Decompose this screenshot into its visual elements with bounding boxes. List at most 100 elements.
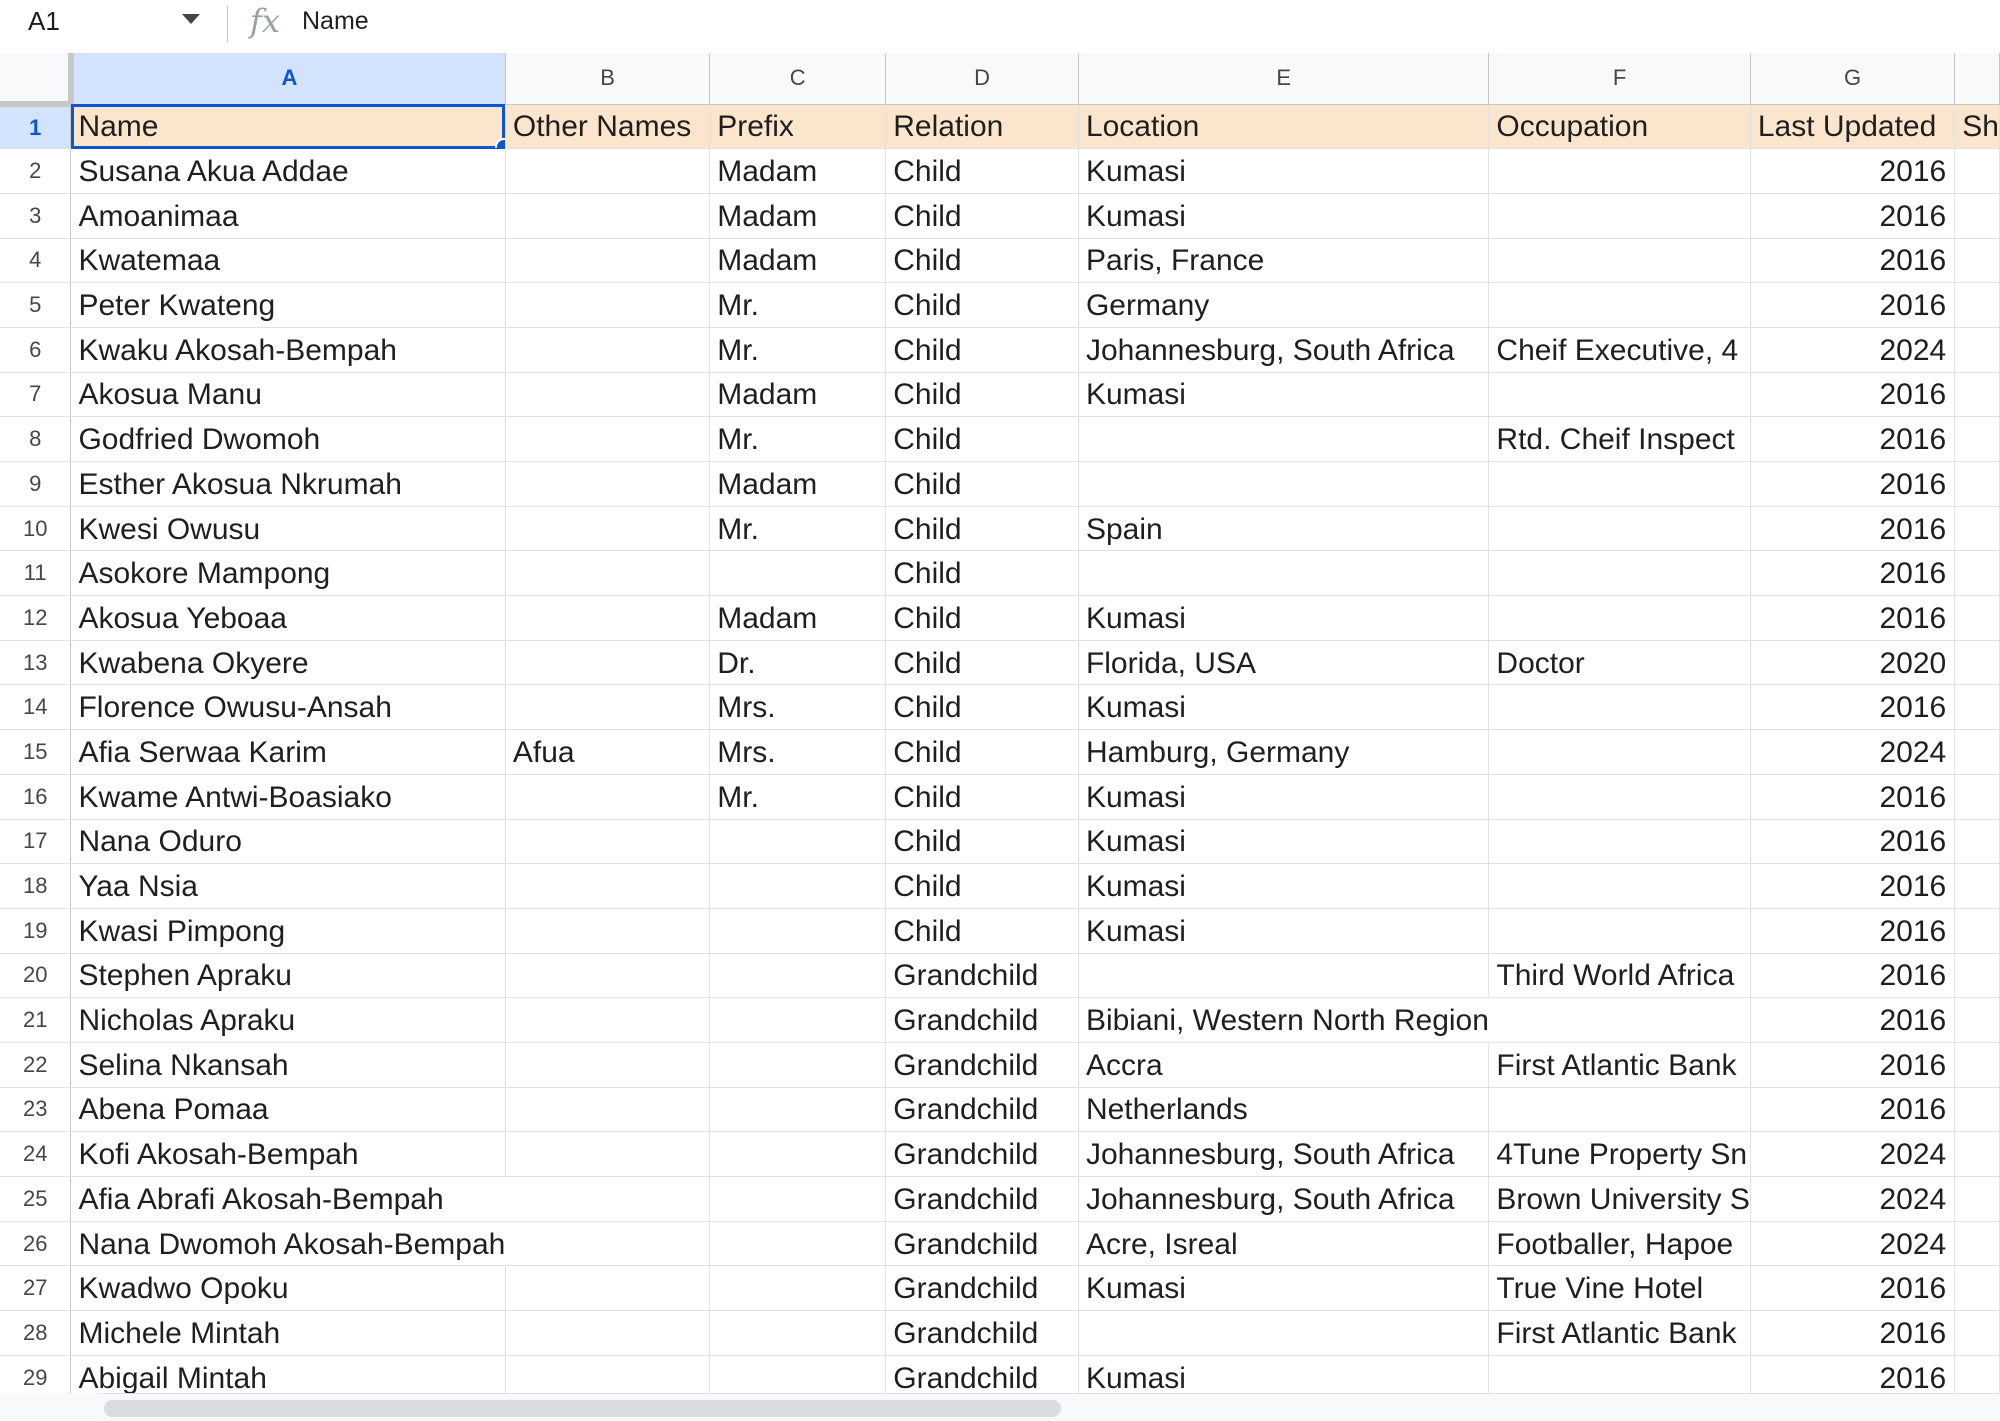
cell-other-names[interactable] — [505, 550, 711, 597]
cell-prefix[interactable]: Madam — [709, 595, 887, 641]
column-header-e[interactable]: E — [1078, 53, 1490, 105]
cell-prefix[interactable]: Madam — [709, 193, 887, 239]
cell-other-names[interactable] — [505, 193, 711, 239]
cell-relation[interactable]: Child — [885, 238, 1079, 284]
cell-h[interactable] — [1954, 684, 2000, 731]
cell-prefix[interactable]: Mr. — [709, 327, 887, 373]
cell-h[interactable] — [1954, 908, 2000, 954]
cell-h[interactable] — [1954, 595, 2000, 641]
name-box[interactable]: A1 — [28, 6, 60, 37]
cell-last-updated[interactable]: 2016 — [1750, 953, 1956, 999]
header-cell-relation[interactable]: Relation — [885, 104, 1079, 150]
cell-other-names[interactable] — [505, 327, 711, 373]
row-header[interactable]: 3 — [0, 193, 72, 239]
cell-occupation[interactable]: Cheif Executive, 4 — [1488, 327, 1751, 373]
column-header-g[interactable]: G — [1750, 53, 1956, 105]
cell-relation[interactable]: Child — [885, 819, 1079, 865]
cell-last-updated[interactable]: 2016 — [1750, 774, 1956, 820]
cell-h[interactable] — [1954, 1087, 2000, 1133]
cell-prefix[interactable]: Mrs. — [709, 729, 887, 775]
cell-name[interactable]: Akosua Yeboaa — [70, 595, 506, 641]
row-header[interactable]: 25 — [0, 1176, 72, 1222]
cell-h[interactable] — [1954, 1310, 2000, 1356]
cell-name[interactable]: Kwame Antwi-Boasiako — [70, 774, 506, 820]
cell-last-updated[interactable]: 2020 — [1750, 640, 1956, 686]
cell-occupation[interactable]: Doctor — [1488, 640, 1751, 686]
cell-h[interactable] — [1954, 863, 2000, 909]
cell-prefix[interactable]: Mrs. — [709, 684, 887, 731]
cell-location[interactable]: Johannesburg, South Africa — [1078, 1131, 1490, 1177]
cell-name[interactable]: Susana Akua Addae — [70, 148, 506, 194]
cell-last-updated[interactable]: 2016 — [1750, 550, 1956, 597]
cell-h[interactable] — [1954, 729, 2000, 775]
cell-other-names[interactable]: Afua — [505, 729, 711, 775]
cell-last-updated[interactable]: 2024 — [1750, 1221, 1956, 1267]
cell-relation[interactable]: Grandchild — [885, 1042, 1079, 1088]
cell-location[interactable] — [1078, 1310, 1490, 1356]
cell-name[interactable]: Godfried Dwomoh — [70, 416, 506, 462]
cell-h[interactable] — [1954, 416, 2000, 462]
cell-name[interactable]: Afia Abrafi Akosah-Bempah — [70, 1176, 506, 1222]
cell-name[interactable]: Nana Dwomoh Akosah-Bempah — [70, 1221, 506, 1267]
cell-last-updated[interactable]: 2016 — [1750, 819, 1956, 865]
cell-relation[interactable]: Child — [885, 148, 1079, 194]
cell-occupation[interactable]: First Atlantic Bank — [1488, 1310, 1751, 1356]
cell-h[interactable] — [1954, 461, 2000, 507]
cell-name[interactable]: Nicholas Apraku — [70, 997, 506, 1043]
cell-occupation[interactable] — [1488, 819, 1751, 865]
cell-name[interactable]: Kwaku Akosah-Bempah — [70, 327, 506, 373]
cell-last-updated[interactable]: 2016 — [1750, 595, 1956, 641]
cell-occupation[interactable] — [1488, 193, 1751, 239]
cell-relation[interactable]: Child — [885, 863, 1079, 909]
row-header[interactable]: 28 — [0, 1310, 72, 1356]
row-header[interactable]: 20 — [0, 953, 72, 999]
cell-h[interactable] — [1954, 327, 2000, 373]
row-header[interactable]: 16 — [0, 774, 72, 820]
cell-last-updated[interactable]: 2024 — [1750, 1176, 1956, 1222]
cell-location[interactable]: Johannesburg, South Africa — [1078, 1176, 1490, 1222]
cell-prefix[interactable] — [709, 1221, 887, 1267]
cell-relation[interactable]: Child — [885, 774, 1079, 820]
cell-other-names[interactable] — [505, 1176, 711, 1222]
header-cell-prefix[interactable]: Prefix — [709, 104, 887, 150]
row-header[interactable]: 13 — [0, 640, 72, 686]
cell-other-names[interactable] — [505, 819, 711, 865]
cell-h[interactable] — [1954, 550, 2000, 597]
cell-occupation[interactable]: Rtd. Cheif Inspect — [1488, 416, 1751, 462]
cell-h[interactable] — [1954, 1131, 2000, 1177]
row-header[interactable]: 26 — [0, 1221, 72, 1267]
cell-other-names[interactable] — [505, 908, 711, 954]
cell-other-names[interactable] — [505, 1087, 711, 1133]
cell-name[interactable]: Nana Oduro — [70, 819, 506, 865]
cell-h[interactable] — [1954, 372, 2000, 418]
cell-prefix[interactable] — [709, 1131, 887, 1177]
cell-location[interactable]: Bibiani, Western North Region — [1078, 997, 1489, 1043]
cell-relation[interactable]: Grandchild — [885, 1310, 1079, 1356]
cell-occupation[interactable] — [1488, 506, 1751, 552]
cell-prefix[interactable] — [709, 550, 887, 597]
cell-prefix[interactable]: Dr. — [709, 640, 887, 686]
cell-relation[interactable]: Child — [885, 193, 1079, 239]
cell-prefix[interactable] — [709, 1310, 887, 1356]
cell-location[interactable]: Kumasi — [1078, 193, 1490, 239]
cell-name[interactable]: Kwabena Okyere — [70, 640, 506, 686]
column-header-c[interactable]: C — [709, 53, 887, 105]
cell-prefix[interactable]: Madam — [709, 148, 887, 194]
cell-relation[interactable]: Child — [885, 550, 1079, 597]
cell-relation[interactable]: Child — [885, 729, 1079, 775]
cell-other-names[interactable] — [505, 148, 711, 194]
row-header[interactable]: 19 — [0, 908, 72, 954]
cell-occupation[interactable] — [1488, 595, 1751, 641]
cell-prefix[interactable] — [709, 1087, 887, 1133]
header-cell-last-updated[interactable]: Last Updated — [1750, 104, 1956, 150]
cell-location[interactable]: Kumasi — [1078, 819, 1490, 865]
cell-other-names[interactable] — [505, 506, 711, 552]
cell-h[interactable] — [1954, 640, 2000, 686]
cell-name[interactable]: Amoanimaa — [70, 193, 506, 239]
cell-location[interactable]: Kumasi — [1078, 372, 1490, 418]
cell-occupation[interactable] — [1488, 997, 1751, 1043]
row-header[interactable]: 5 — [0, 282, 72, 328]
cell-relation[interactable]: Child — [885, 282, 1079, 328]
column-header-h[interactable] — [1954, 53, 2000, 105]
cell-prefix[interactable] — [709, 1265, 887, 1312]
